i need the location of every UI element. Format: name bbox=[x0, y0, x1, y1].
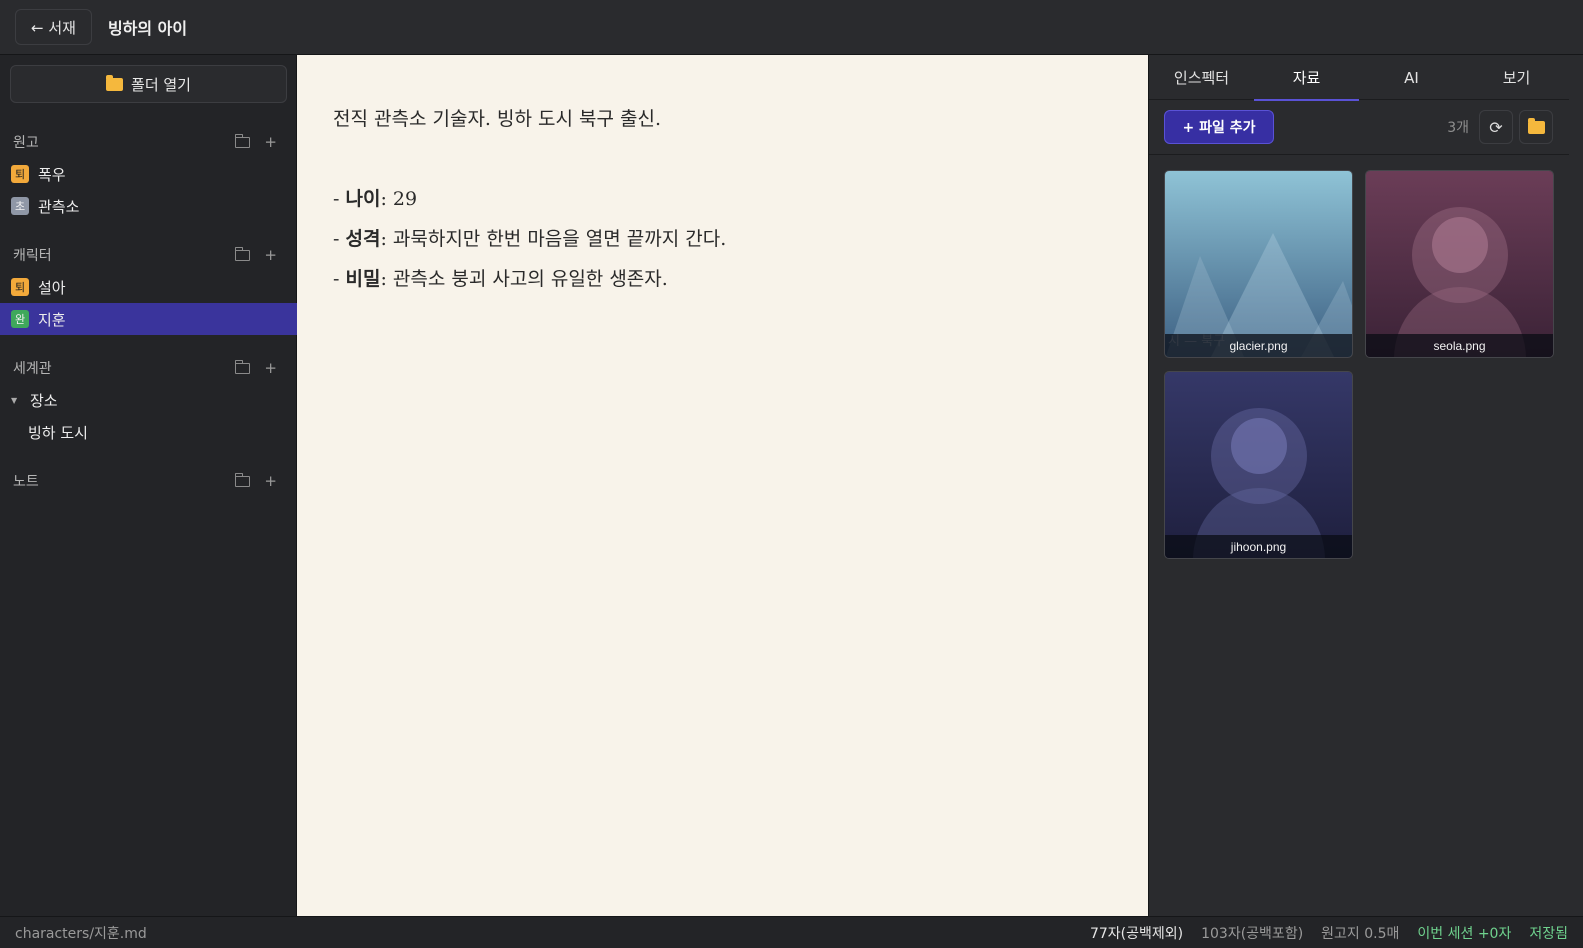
status-badge: 퇴 bbox=[11, 165, 29, 183]
field-value: : 관측소 붕괴 사고의 유일한 생존자. bbox=[380, 268, 668, 290]
sidebar-folder-places[interactable]: ▼ 장소 bbox=[0, 384, 297, 416]
section-worldbuilding-header: 세계관 + bbox=[0, 356, 297, 380]
tab-materials[interactable]: 자료 bbox=[1254, 55, 1359, 101]
folder-icon bbox=[106, 74, 124, 91]
file-thumb-seola[interactable]: seola.png bbox=[1365, 170, 1554, 358]
sidebar-item-storm[interactable]: 퇴 폭우 bbox=[0, 158, 297, 190]
section-notes-header: 노트 + bbox=[0, 469, 297, 493]
field-value: : 29 bbox=[380, 188, 418, 210]
sidebar-item-observatory[interactable]: 초 관측소 bbox=[0, 190, 297, 222]
save-status: 저장됨 bbox=[1529, 925, 1568, 942]
file-name: jihoon.png bbox=[1165, 535, 1352, 558]
open-materials-folder-button[interactable] bbox=[1519, 110, 1553, 144]
char-count-with-space: 103자(공백포함) bbox=[1201, 925, 1304, 942]
char-count-no-space: 77자(공백제외) bbox=[1089, 925, 1184, 942]
sidebar-item-label: 폭우 bbox=[38, 165, 66, 184]
status-bar: characters/지훈.md 77자(공백제외) 103자(공백포함) 원고… bbox=[0, 916, 1583, 948]
new-folder-icon[interactable] bbox=[235, 359, 251, 374]
tab-inspector[interactable]: 인스펙터 bbox=[1149, 55, 1254, 100]
section-title: 캐릭터 bbox=[13, 248, 52, 264]
editor-field-personality: - 성격: 과묵하지만 한번 마음을 열면 끝까지 간다. bbox=[333, 228, 727, 250]
folder-icon bbox=[1527, 117, 1545, 134]
sidebar-item-seola[interactable]: 퇴 설아 bbox=[0, 271, 297, 303]
section-title: 노트 bbox=[13, 474, 39, 490]
add-icon[interactable]: + bbox=[264, 134, 277, 150]
open-folder-label: 폴더 열기 bbox=[131, 75, 191, 94]
file-path: characters/지훈.md bbox=[15, 925, 147, 942]
panel-tabs: 인스펙터 자료 AI 보기 bbox=[1149, 55, 1569, 101]
field-key: 성격 bbox=[345, 228, 381, 250]
refresh-icon: ⟳ bbox=[1489, 117, 1503, 137]
avatar-placeholder-image bbox=[1165, 372, 1352, 558]
section-title: 원고 bbox=[13, 135, 39, 151]
file-thumb-glacier[interactable]: 시 — 북구 glacier.png bbox=[1164, 170, 1353, 358]
refresh-button[interactable]: ⟳ bbox=[1479, 110, 1513, 144]
status-badge: 완 bbox=[11, 310, 29, 328]
status-badge: 퇴 bbox=[11, 278, 29, 296]
back-to-library-button[interactable]: ← 서재 bbox=[15, 9, 92, 45]
avatar-placeholder-image bbox=[1366, 171, 1553, 357]
file-thumb-jihoon[interactable]: jihoon.png bbox=[1164, 371, 1353, 559]
file-name: seola.png bbox=[1366, 334, 1553, 357]
new-folder-icon[interactable] bbox=[235, 472, 251, 487]
sidebar-item-label: 장소 bbox=[30, 391, 58, 410]
caret-down-icon[interactable]: ▼ bbox=[11, 396, 21, 405]
add-icon[interactable]: + bbox=[264, 473, 277, 489]
editor[interactable]: 전직 관측소 기술자. 빙하 도시 북구 출신. - 나이: 29 - 성격: … bbox=[297, 55, 1148, 916]
manuscript-page-count: 원고지 0.5매 bbox=[1321, 925, 1400, 942]
new-folder-icon[interactable] bbox=[235, 246, 251, 261]
editor-intro-line: 전직 관측소 기술자. 빙하 도시 북구 출신. bbox=[333, 108, 661, 130]
file-count: 3개 bbox=[1447, 120, 1469, 136]
status-badge: 초 bbox=[11, 197, 29, 215]
tab-view[interactable]: 보기 bbox=[1464, 55, 1569, 100]
sidebar: 폴더 열기 원고 + 퇴 폭우 초 관측소 캐릭터 + 퇴 설아 완 지훈 세계… bbox=[0, 55, 297, 916]
editor-field-age: - 나이: 29 bbox=[333, 188, 418, 210]
field-key: 나이 bbox=[345, 188, 381, 210]
file-name: glacier.png bbox=[1165, 334, 1352, 357]
sidebar-item-jihoon[interactable]: 완 지훈 bbox=[0, 303, 297, 335]
editor-field-secret: - 비밀: 관측소 붕괴 사고의 유일한 생존자. bbox=[333, 268, 668, 290]
add-icon[interactable]: + bbox=[264, 247, 277, 263]
field-value: : 과묵하지만 한번 마음을 열면 끝까지 간다. bbox=[380, 228, 727, 250]
project-title: 빙하의 아이 bbox=[107, 19, 188, 38]
section-manuscript-header: 원고 + bbox=[0, 130, 297, 154]
materials-toolbar: + 파일 추가 3개 ⟳ bbox=[1149, 100, 1569, 155]
top-bar: ← 서재 빙하의 아이 bbox=[0, 0, 1583, 55]
right-panel: 인스펙터 자료 AI 보기 + 파일 추가 3개 ⟳ 시 — 북구 bbox=[1148, 55, 1583, 916]
add-file-button[interactable]: + 파일 추가 bbox=[1164, 110, 1274, 144]
new-folder-icon[interactable] bbox=[235, 133, 251, 148]
tab-ai[interactable]: AI bbox=[1359, 55, 1464, 100]
sidebar-item-label: 빙하 도시 bbox=[28, 423, 88, 442]
section-characters-header: 캐릭터 + bbox=[0, 243, 297, 267]
session-count: 이번 세션 +0자 bbox=[1417, 925, 1512, 942]
back-label: ← 서재 bbox=[31, 18, 76, 37]
sidebar-item-label: 지훈 bbox=[38, 310, 66, 329]
open-folder-button[interactable]: 폴더 열기 bbox=[10, 65, 287, 103]
section-title: 세계관 bbox=[13, 361, 52, 377]
field-key: 비밀 bbox=[345, 268, 381, 290]
add-icon[interactable]: + bbox=[264, 360, 277, 376]
sidebar-item-glacier-city[interactable]: 빙하 도시 bbox=[0, 416, 297, 448]
sidebar-item-label: 관측소 bbox=[38, 197, 80, 216]
sidebar-item-label: 설아 bbox=[38, 278, 66, 297]
